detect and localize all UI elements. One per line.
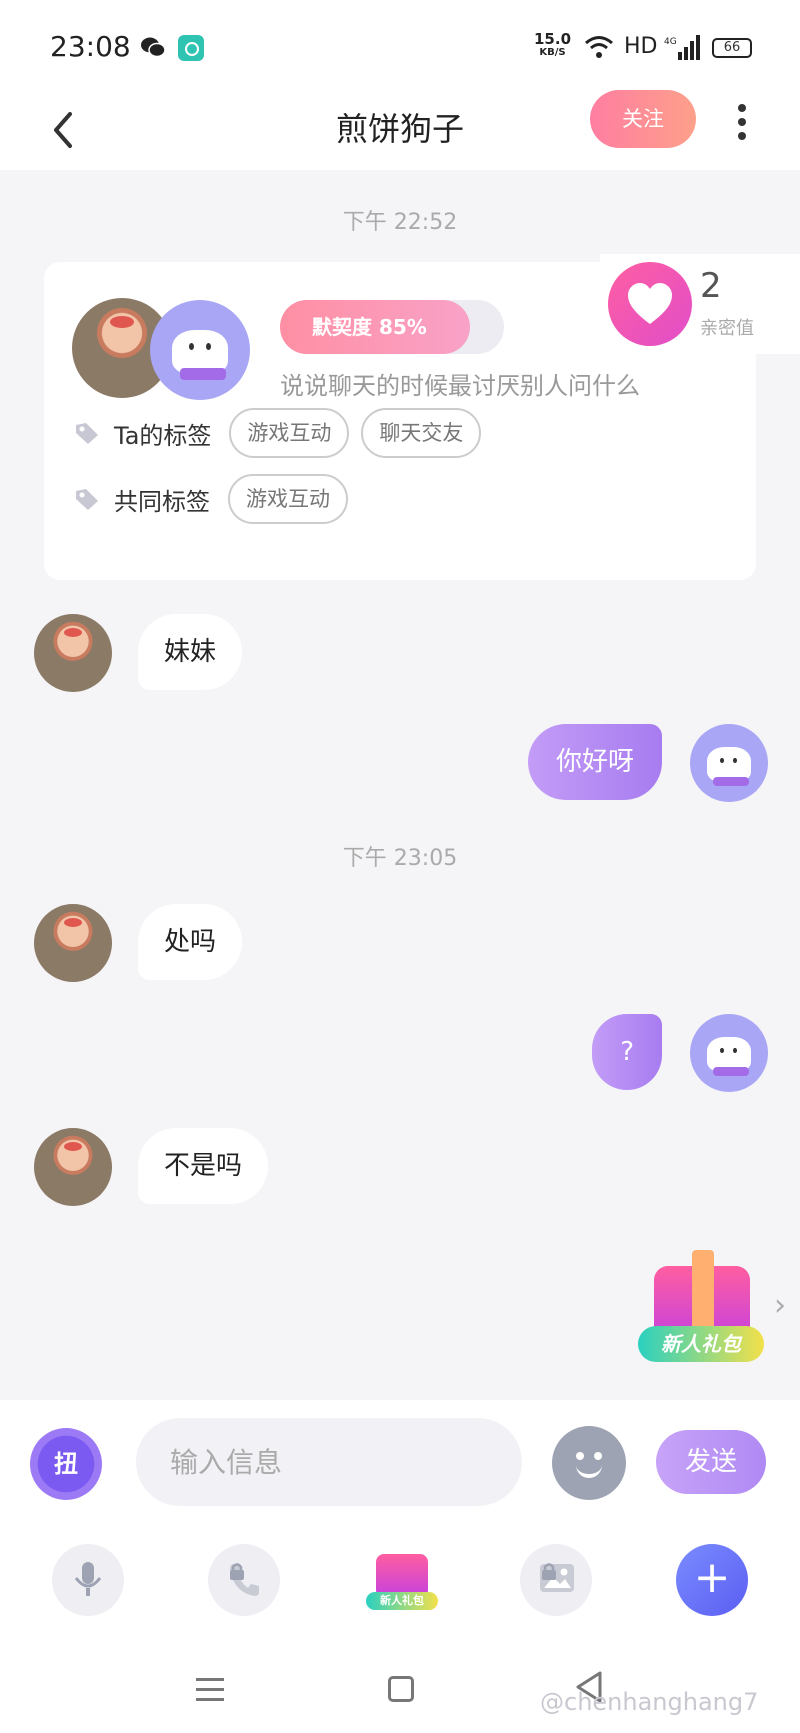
tag-chip[interactable]: 游戏互动	[228, 474, 348, 524]
intimacy-label: 亲密值	[700, 318, 754, 339]
incoming-message-bubble[interactable]: 不是吗	[138, 1128, 269, 1204]
message-row: 你好呀	[0, 724, 800, 804]
status-time: 23:08	[50, 30, 131, 63]
battery-icon: 66	[712, 38, 752, 58]
app-notification-icon	[178, 35, 204, 61]
net-speed: 15.0 KB/S	[534, 30, 572, 59]
tag-icon	[76, 423, 98, 444]
tag-icon	[76, 489, 98, 510]
tag-chip[interactable]: 聊天交友	[361, 408, 482, 458]
topic-prompt[interactable]: 说说聊天的时候最讨厌别人问什么	[280, 366, 640, 401]
tag-chip[interactable]: 游戏互动	[229, 408, 350, 458]
message-input[interactable]	[136, 1418, 522, 1506]
home-icon[interactable]	[388, 1676, 414, 1702]
image-button[interactable]	[520, 1544, 592, 1616]
gift-button-label: 新人礼包	[366, 1592, 438, 1610]
heart-icon	[608, 262, 692, 346]
gift-button[interactable]: 新人礼包	[366, 1544, 438, 1616]
svg-text:4G: 4G	[664, 37, 677, 47]
message-row: 处吗	[0, 904, 800, 984]
follow-button[interactable]: 关注	[590, 90, 696, 148]
gift-banner-label: 新人礼包	[638, 1326, 764, 1362]
their-tags-row: Ta的标签 游戏互动 聊天交友	[74, 408, 493, 458]
wifi-icon	[585, 36, 613, 58]
message-row: ?	[0, 1014, 800, 1094]
intimacy-widget[interactable]: 2 亲密值	[600, 254, 800, 354]
system-navigation-bar: @chenhanghang7	[0, 1640, 800, 1733]
hd-indicator: HD	[624, 34, 658, 59]
outgoing-message-bubble[interactable]: ?	[592, 1014, 662, 1090]
outgoing-message-bubble[interactable]: 你好呀	[527, 724, 662, 800]
incoming-message-bubble[interactable]: 处吗	[138, 904, 243, 980]
chevron-right-icon[interactable]: ›	[774, 1288, 786, 1323]
more-options-icon[interactable]	[736, 104, 748, 144]
emoji-icon[interactable]	[552, 1426, 626, 1500]
sender-avatar[interactable]	[34, 614, 112, 692]
intimacy-value: 2	[700, 266, 722, 306]
wechat-icon	[141, 37, 166, 58]
timestamp: 下午 23:05	[342, 846, 458, 871]
self-avatar[interactable]	[690, 724, 768, 802]
their-tags-title: Ta的标签	[114, 421, 212, 450]
chat-header: 煎饼狗子 关注	[0, 90, 800, 170]
spin-button[interactable]: 扭	[30, 1428, 102, 1500]
voice-button[interactable]	[52, 1544, 124, 1616]
timestamp: 下午 22:52	[342, 210, 458, 235]
lock-icon	[542, 1563, 556, 1580]
self-avatar[interactable]	[690, 1014, 768, 1092]
tacit-meter: 默契度 85%	[280, 300, 504, 354]
sender-avatar[interactable]	[34, 1128, 112, 1206]
signal-icon: 4G	[664, 35, 700, 60]
voice-call-button[interactable]	[208, 1544, 280, 1616]
incoming-message-bubble[interactable]: 妹妹	[138, 614, 243, 690]
send-button[interactable]: 发送	[656, 1430, 766, 1494]
message-row: 不是吗	[0, 1128, 800, 1208]
microphone-icon	[74, 1562, 102, 1596]
more-plus-button[interactable]: +	[676, 1544, 748, 1616]
status-bar: 23:08 15.0 KB/S HD 4G 66	[0, 0, 800, 90]
lock-icon	[230, 1563, 244, 1580]
sender-avatar[interactable]	[34, 904, 112, 982]
recent-apps-icon[interactable]	[196, 1678, 224, 1701]
common-tags-row: 共同标签 游戏互动	[74, 474, 360, 524]
new-user-gift-banner[interactable]: 新人礼包	[636, 1244, 766, 1364]
message-row: 妹妹	[0, 614, 800, 694]
my-avatar[interactable]	[150, 300, 250, 400]
watermark: @chenhanghang7	[540, 1688, 759, 1716]
message-composer: 扭 发送 新人礼包 + @chenhanghang7	[0, 1400, 800, 1733]
common-tags-title: 共同标签	[114, 487, 210, 516]
tacit-label: 默契度 85%	[312, 315, 427, 339]
